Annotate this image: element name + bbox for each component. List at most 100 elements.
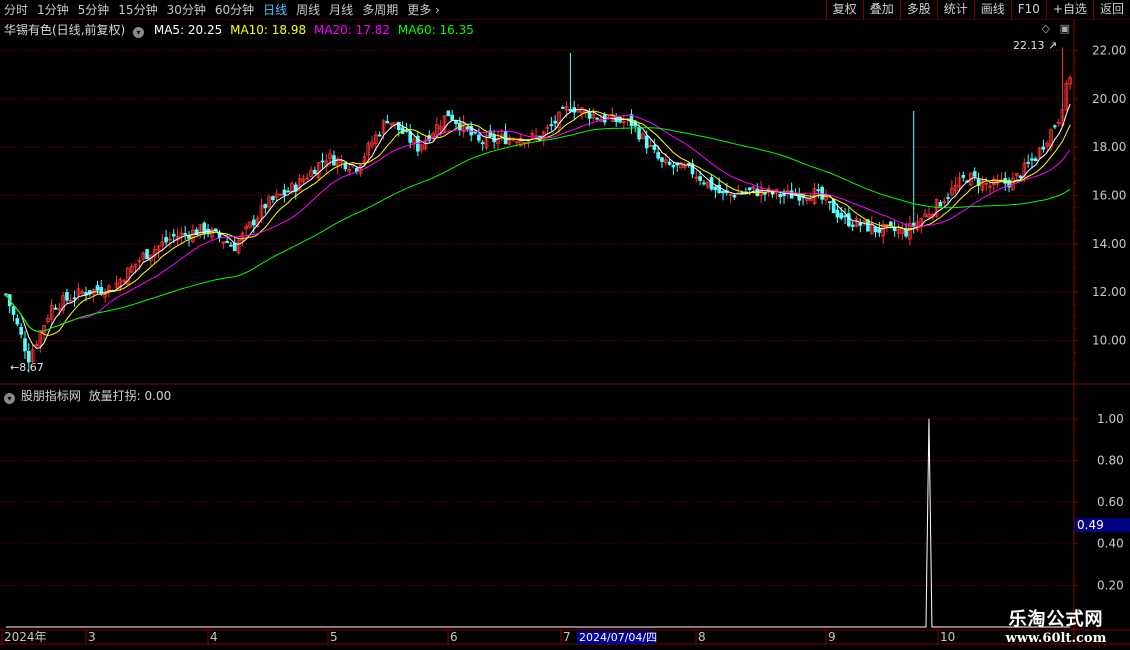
candle-body: [656, 152, 660, 159]
candle-body: [408, 131, 413, 143]
candle-body: [938, 202, 943, 207]
candle-body: [904, 229, 908, 237]
indicator-tick-label: 0.80: [1097, 453, 1124, 467]
candle-body: [549, 124, 554, 127]
candle-body: [446, 110, 451, 117]
candle-body: [721, 190, 725, 194]
candle-body: [843, 215, 847, 218]
time-axis-label: 2024年: [4, 630, 47, 644]
candle-body: [450, 114, 454, 121]
candle-body: [889, 221, 893, 226]
candle-body: [740, 192, 744, 194]
candle-body: [271, 196, 275, 201]
watermark-title: 乐淘公式网: [1008, 609, 1104, 630]
time-axis-label: 4: [210, 630, 218, 644]
candle-body: [637, 127, 641, 140]
candle-body: [568, 108, 573, 112]
candle-body: [778, 193, 783, 198]
price-tick-label: 10.00: [1092, 334, 1126, 348]
candle-body: [732, 195, 737, 198]
candle-body: [827, 201, 832, 204]
cursor-date-label: 2024/07/04/四: [579, 631, 657, 644]
candle-body: [15, 318, 20, 325]
candle-body: [850, 224, 855, 227]
candle-body: [477, 134, 481, 141]
candle-body: [492, 134, 496, 143]
candle-body: [667, 161, 672, 165]
candle-body: [839, 212, 844, 219]
candle-body: [1026, 161, 1030, 164]
candle-body: [286, 190, 290, 193]
candle-body: [873, 226, 878, 233]
candle-body: [1033, 158, 1038, 161]
time-axis-label: 6: [450, 630, 458, 644]
candle-body: [263, 203, 268, 209]
candle-body: [171, 233, 176, 237]
candle-body: [747, 187, 752, 190]
candle-body: [782, 193, 786, 197]
price-tick-label: 16.00: [1092, 189, 1126, 203]
candle-body: [702, 182, 706, 185]
candle-body: [946, 197, 950, 199]
candle-body: [164, 236, 168, 243]
candle-body: [553, 120, 557, 124]
candle-body: [313, 170, 317, 175]
candle-body: [1041, 146, 1046, 150]
kline-chart[interactable]: 10.00 12.00 14.00 16.00 18.00 20.00 22.00 0.20 0…: [0, 0, 1130, 650]
candle-body: [652, 144, 657, 150]
candle-body: [560, 107, 565, 109]
candle-body: [847, 213, 851, 227]
candle-body: [480, 142, 485, 145]
price-tick-label: 22.00: [1092, 44, 1126, 58]
candle-body: [282, 189, 287, 195]
indicator-tick-label: 1.00: [1097, 412, 1124, 426]
candle-body: [377, 134, 382, 137]
candle-body: [797, 193, 802, 201]
candle-body: [1030, 158, 1034, 161]
candle-body: [972, 171, 977, 177]
candle-body: [877, 228, 882, 233]
time-axis-label: 10: [940, 630, 955, 644]
candle-body: [385, 120, 390, 124]
candle-body: [698, 176, 702, 181]
candle-body: [660, 157, 664, 163]
candle-body: [644, 135, 649, 149]
candle-body: [72, 297, 77, 300]
watermark-url: www.60lt.com: [1005, 631, 1107, 646]
ma5-line: [5, 103, 1071, 349]
candle-body: [763, 192, 767, 195]
time-axis-label: 3: [88, 630, 96, 644]
candle-body: [320, 160, 325, 163]
candle-body: [19, 327, 23, 335]
indicator-value-tag-text: 0.49: [1077, 518, 1104, 532]
candle-body: [671, 164, 676, 168]
indicator-tick-label: 0.20: [1097, 578, 1124, 592]
candle-body: [587, 111, 592, 119]
candle-body: [225, 241, 229, 243]
candle-body: [835, 209, 840, 218]
candle-body: [23, 338, 27, 352]
price-tick-label: 18.00: [1092, 140, 1126, 154]
indicator-tick-label: 0.40: [1097, 537, 1124, 551]
candle-body: [816, 189, 821, 192]
candle-body: [95, 285, 100, 291]
candle-body: [1053, 125, 1057, 128]
indicator-line: [5, 418, 1071, 628]
candle-body: [65, 292, 69, 301]
time-axis-label: 8: [698, 630, 706, 644]
candle-body: [183, 233, 187, 235]
candle-body: [229, 244, 233, 247]
candle-body: [858, 222, 863, 226]
candle-body: [11, 306, 16, 315]
candle-body: [892, 227, 897, 232]
price-tick-label: 14.00: [1092, 237, 1126, 251]
watermark: 乐淘公式网 www.60lt.com: [992, 605, 1120, 646]
candle-body: [53, 307, 58, 310]
candle-body: [252, 219, 256, 226]
price-tick-label: 20.00: [1092, 92, 1126, 106]
price-tick-label: 12.00: [1092, 285, 1126, 299]
candle-body: [961, 175, 966, 178]
candle-body: [465, 126, 470, 130]
indicator-tick-label: 0.60: [1097, 495, 1124, 509]
candle-body: [26, 350, 31, 363]
